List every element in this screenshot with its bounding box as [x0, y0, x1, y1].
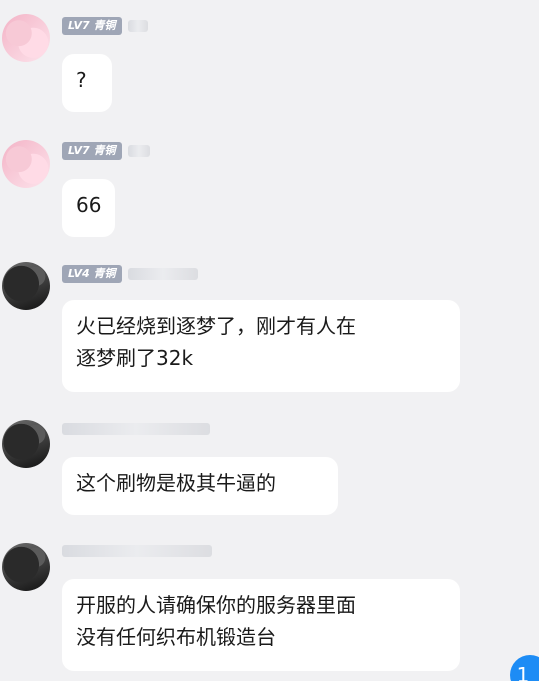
message-bubble[interactable]: ? — [62, 54, 112, 112]
sender-meta: LV4 青铜 — [62, 265, 198, 283]
avatar[interactable] — [2, 140, 50, 188]
message-bubble[interactable]: 火已经烧到逐梦了，刚才有人在 逐梦刷了32k — [62, 300, 460, 392]
sender-name-blurred[interactable] — [62, 423, 210, 435]
message-bubble[interactable]: 66 — [62, 179, 115, 237]
sender-meta — [62, 542, 212, 560]
level-badge: LV7 青铜 — [62, 142, 122, 160]
sender-name-blurred[interactable] — [127, 20, 148, 32]
avatar[interactable] — [2, 420, 50, 468]
sender-name-blurred[interactable] — [62, 545, 212, 557]
avatar[interactable] — [2, 543, 50, 591]
level-badge: LV4 青铜 — [62, 265, 122, 283]
chat-window: LV7 青铜 ? LV7 青铜 66 LV4 青铜 火已经烧到逐梦了，刚才有人在… — [0, 0, 539, 681]
avatar[interactable] — [2, 14, 50, 62]
level-badge: LV7 青铜 — [62, 17, 122, 35]
message-bubble[interactable]: 这个刷物是极其牛逼的 — [62, 457, 338, 515]
message-bubble[interactable]: 开服的人请确保你的服务器里面 没有任何织布机锻造台 — [62, 579, 460, 671]
unread-count-badge[interactable]: 1 — [510, 655, 539, 681]
sender-meta: LV7 青铜 — [62, 142, 150, 160]
sender-meta: LV7 青铜 — [62, 17, 148, 35]
unread-count: 1 — [516, 663, 530, 681]
avatar[interactable] — [2, 262, 50, 310]
sender-name-blurred[interactable] — [127, 145, 150, 157]
sender-name-blurred[interactable] — [127, 268, 198, 280]
sender-meta — [62, 420, 210, 438]
